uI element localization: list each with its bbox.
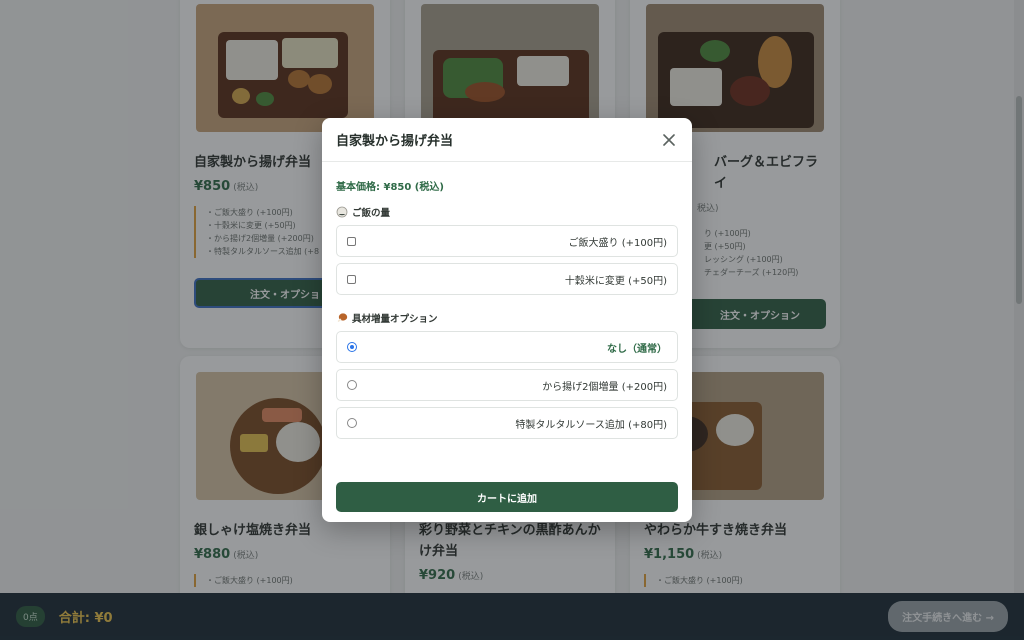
options-modal: 自家製から揚げ弁当 基本価格: ¥850 (税込) ご飯の量 ご飯大盛り (+1… xyxy=(322,118,692,522)
modal-header: 自家製から揚げ弁当 xyxy=(322,118,692,162)
topping-option-karaage[interactable]: から揚げ2個増量 (+200円) xyxy=(336,369,678,401)
option-label: ご飯大盛り (+100円) xyxy=(568,237,667,249)
option-label: 特製タルタルソース追加 (+80円) xyxy=(515,419,667,431)
rice-section-title: ご飯の量 xyxy=(336,205,678,219)
radio-button[interactable] xyxy=(347,418,357,428)
option-label: から揚げ2個増量 (+200円) xyxy=(542,381,667,393)
topping-option-none[interactable]: なし（通常） xyxy=(336,331,678,363)
radio-button[interactable] xyxy=(347,380,357,390)
radio-button[interactable] xyxy=(347,342,357,352)
drumstick-icon xyxy=(336,312,348,324)
topping-section-title: 具材増量オプション xyxy=(336,311,678,325)
base-price: 基本価格: ¥850 (税込) xyxy=(336,182,444,193)
option-label: 十穀米に変更 (+50円) xyxy=(564,275,667,287)
modal-body: 基本価格: ¥850 (税込) ご飯の量 ご飯大盛り (+100円) 十穀米に変… xyxy=(322,162,692,439)
add-to-cart-button[interactable]: カートに追加 xyxy=(336,482,678,512)
checkbox[interactable] xyxy=(347,236,356,246)
rice-option-large[interactable]: ご飯大盛り (+100円) xyxy=(336,225,678,257)
close-icon[interactable] xyxy=(660,131,678,149)
rice-option-multigrain[interactable]: 十穀米に変更 (+50円) xyxy=(336,263,678,295)
checkbox[interactable] xyxy=(347,274,356,284)
rice-ball-icon xyxy=(336,206,348,218)
modal-title: 自家製から揚げ弁当 xyxy=(336,134,454,149)
topping-option-tartar[interactable]: 特製タルタルソース追加 (+80円) xyxy=(336,407,678,439)
option-label: なし（通常） xyxy=(607,343,667,355)
